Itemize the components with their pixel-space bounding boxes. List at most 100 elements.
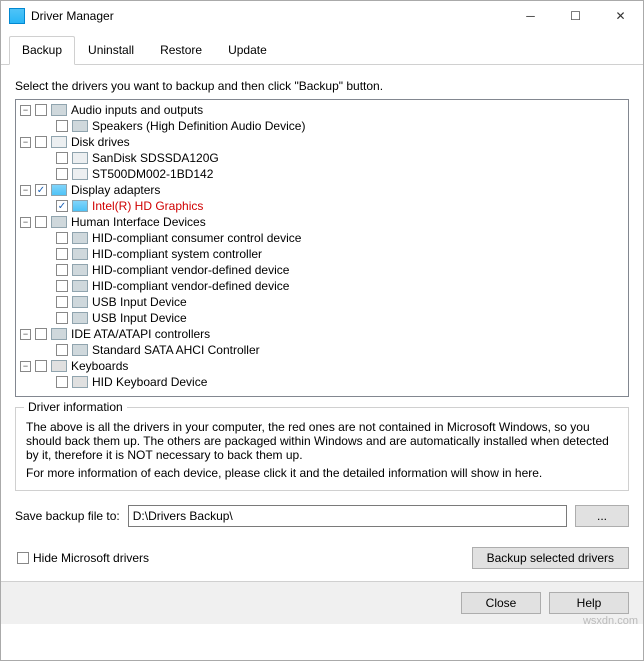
info-paragraph-2: For more information of each device, ple… [26,466,618,480]
node-label: Intel(R) HD Graphics [92,199,203,213]
node-label: Human Interface Devices [71,215,206,229]
collapse-icon[interactable]: − [20,105,31,116]
node-label: IDE ATA/ATAPI controllers [71,327,210,341]
driver-info-box: Driver information The above is all the … [15,407,629,491]
tree-item[interactable]: Standard SATA AHCI Controller [16,342,628,358]
dialog-footer: Close Help [1,581,643,624]
collapse-icon[interactable]: − [20,329,31,340]
minimize-button[interactable]: ─ [508,2,553,30]
collapse-icon[interactable]: − [20,361,31,372]
device-icon [72,264,88,276]
hide-ms-checkbox[interactable] [17,552,29,564]
node-label: SanDisk SDSSDA120G [92,151,219,165]
node-label: Keyboards [71,359,128,373]
tab-bar: Backup Uninstall Restore Update [1,35,643,65]
tree-item[interactable]: HID-compliant vendor-defined device [16,262,628,278]
checkbox[interactable] [35,216,47,228]
hid-icon [51,216,67,228]
collapse-icon[interactable]: − [20,217,31,228]
title-bar: Driver Manager ─ ☐ ✕ [1,1,643,31]
groupbox-legend: Driver information [24,400,127,414]
checkbox[interactable] [56,120,68,132]
disk-icon [51,136,67,148]
watermark: wsxdn.com [583,615,638,627]
node-label: USB Input Device [92,311,187,325]
drive-icon [72,152,88,164]
keyboard-icon [51,360,67,372]
gpu-icon [72,200,88,212]
checkbox[interactable] [56,296,68,308]
checkbox[interactable]: ✓ [35,184,47,196]
checkbox[interactable]: ✓ [56,200,68,212]
controller-icon [72,344,88,356]
checkbox[interactable] [56,264,68,276]
collapse-icon[interactable]: − [20,137,31,148]
tree-item[interactable]: HID-compliant consumer control device [16,230,628,246]
checkbox[interactable] [56,280,68,292]
node-label: ST500DM002-1BD142 [92,167,213,181]
tree-item[interactable]: Speakers (High Definition Audio Device) [16,118,628,134]
checkbox[interactable] [56,344,68,356]
tree-node-keyboards[interactable]: − Keyboards [16,358,628,374]
checkbox[interactable] [56,232,68,244]
node-label: HID-compliant system controller [92,247,262,261]
checkbox[interactable] [35,104,47,116]
tree-item[interactable]: USB Input Device [16,294,628,310]
device-icon [72,248,88,260]
node-label: Audio inputs and outputs [71,103,203,117]
save-label: Save backup file to: [15,509,120,523]
checkbox[interactable] [56,168,68,180]
controller-icon [51,328,67,340]
node-label: Speakers (High Definition Audio Device) [92,119,305,133]
tree-item[interactable]: USB Input Device [16,310,628,326]
tree-item[interactable]: HID-compliant vendor-defined device [16,278,628,294]
node-label: HID Keyboard Device [92,375,207,389]
checkbox[interactable] [56,376,68,388]
keyboard-icon [72,376,88,388]
tree-item[interactable]: HID Keyboard Device [16,374,628,390]
node-label: Display adapters [71,183,160,197]
tab-update[interactable]: Update [215,36,280,65]
speaker-icon [72,120,88,132]
tree-item[interactable]: ST500DM002-1BD142 [16,166,628,182]
driver-tree[interactable]: − Audio inputs and outputs Speakers (High… [15,99,629,397]
tree-node-audio[interactable]: − Audio inputs and outputs [16,102,628,118]
device-icon [72,296,88,308]
node-label: HID-compliant vendor-defined device [92,263,289,277]
backup-button[interactable]: Backup selected drivers [472,547,629,569]
hide-ms-label: Hide Microsoft drivers [33,551,149,565]
checkbox[interactable] [35,328,47,340]
tree-item[interactable]: SanDisk SDSSDA120G [16,150,628,166]
help-button[interactable]: Help [549,592,629,614]
node-label: Standard SATA AHCI Controller [92,343,260,357]
drive-icon [72,168,88,180]
tree-item[interactable]: HID-compliant system controller [16,246,628,262]
instruction-text: Select the drivers you want to backup an… [15,79,629,93]
tree-node-display[interactable]: −✓ Display adapters [16,182,628,198]
device-icon [72,280,88,292]
tab-restore[interactable]: Restore [147,36,215,65]
browse-button[interactable]: ... [575,505,629,527]
tab-backup[interactable]: Backup [9,36,75,65]
tab-uninstall[interactable]: Uninstall [75,36,147,65]
checkbox[interactable] [35,360,47,372]
save-path-input[interactable] [128,505,567,527]
checkbox[interactable] [56,152,68,164]
audio-icon [51,104,67,116]
window-title: Driver Manager [31,9,508,23]
checkbox[interactable] [35,136,47,148]
display-icon [51,184,67,196]
device-icon [72,312,88,324]
close-button[interactable]: Close [461,592,541,614]
tree-node-hid[interactable]: − Human Interface Devices [16,214,628,230]
node-label: HID-compliant consumer control device [92,231,301,245]
tree-node-disk[interactable]: −Disk drives [16,134,628,150]
collapse-icon[interactable]: − [20,185,31,196]
tree-node-ide[interactable]: − IDE ATA/ATAPI controllers [16,326,628,342]
tree-item[interactable]: ✓ Intel(R) HD Graphics [16,198,628,214]
checkbox[interactable] [56,312,68,324]
node-label: USB Input Device [92,295,187,309]
checkbox[interactable] [56,248,68,260]
close-window-button[interactable]: ✕ [598,2,643,30]
maximize-button[interactable]: ☐ [553,2,598,30]
